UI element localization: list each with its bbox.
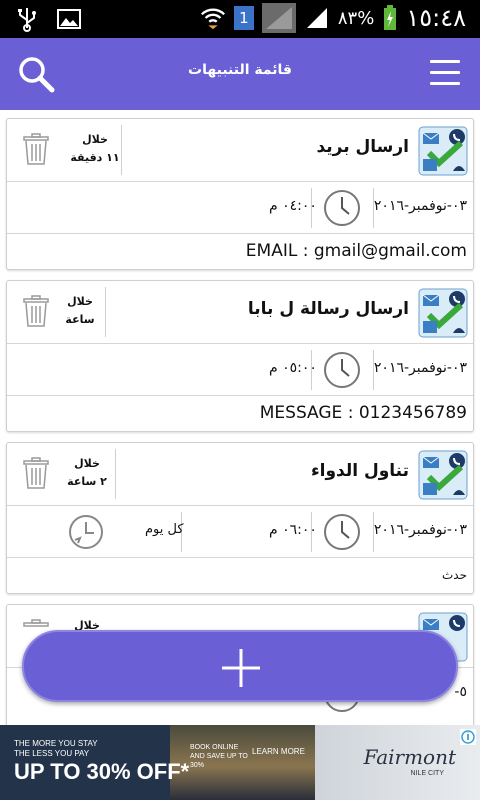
divider [373, 512, 374, 552]
remaining-label: خلال [67, 295, 93, 308]
alert-time-row: ٠٣-نوفمبر-٢٠١٦ ٠٤:٠٠ م [7, 181, 473, 233]
signal-icon [304, 5, 330, 31]
clock-icon [323, 513, 361, 551]
remaining-value: ١١ دقيقة [70, 151, 120, 164]
alert-detail: EMAIL : gmail@gmail.com [245, 241, 467, 261]
alert-card[interactable]: ارسال بريد خلال ١١ دقيقة ٠٣-نوفمبر-٢٠١٦ … [6, 118, 474, 270]
alert-title: تناول الدواء [310, 461, 409, 481]
ad-learn-more[interactable]: LEARN MORE [252, 747, 305, 757]
ad-choices-icon[interactable] [460, 729, 476, 745]
ad-offer: UP TO 30% OFF* [14, 759, 190, 784]
alert-time: ٠٦:٠٠ م [269, 522, 317, 538]
trash-icon[interactable] [23, 133, 49, 165]
usb-icon [14, 6, 40, 32]
alert-time-row: ٠٣-نوفمبر-٢٠١٦ ٠٥:٠٠ م [7, 343, 473, 395]
alert-header: تناول الدواء خلال ٢ ساعة [7, 443, 473, 505]
alert-date: ٠٣-نوفمبر-٢٠١٦ [373, 198, 467, 214]
alert-date: ٠٣-نوفمبر-٢٠١٦ [373, 360, 467, 376]
divider [115, 449, 116, 499]
alert-card[interactable]: ارسال رسالة ل بابا خلال ساعة ٠٣-نوفمبر-٢… [6, 280, 474, 432]
remaining-time: خلال ١١ دقيقة [67, 131, 123, 167]
ad-banner[interactable]: THE MORE YOU STAY THE LESS YOU PAY UP TO… [0, 725, 480, 800]
alert-date: ٥- [454, 684, 467, 700]
add-alert-button[interactable] [22, 630, 458, 702]
alert-title: ارسال رسالة ل بابا [247, 299, 409, 319]
ad-book-text: BOOK ONLINE AND SAVE UP TO 30% [190, 744, 248, 769]
trash-icon[interactable] [23, 295, 49, 327]
battery-percent: ٨٣% [337, 7, 375, 29]
alert-title: ارسال بريد [316, 137, 409, 157]
menu-icon[interactable] [430, 60, 460, 86]
trash-icon[interactable] [23, 457, 49, 489]
alert-detail-row: EMAIL : gmail@gmail.com [7, 233, 473, 269]
alert-detail: حدث [441, 568, 467, 582]
alert-type-icon [417, 449, 469, 501]
status-clock: ١٥:٤٨ [406, 4, 466, 32]
alert-detail-row: MESSAGE : 0123456789 [7, 395, 473, 431]
alert-time-row: ٠٣-نوفمبر-٢٠١٦ ٠٦:٠٠ م كل يوم [7, 505, 473, 557]
alert-card[interactable]: تناول الدواء خلال ٢ ساعة ٠٣-نوفمبر-٢٠١٦ … [6, 442, 474, 594]
alert-date: ٠٣-نوفمبر-٢٠١٦ [373, 522, 467, 538]
wifi-icon [200, 5, 226, 31]
alert-time: ٠٤:٠٠ م [269, 198, 317, 214]
image-icon [56, 6, 82, 32]
remaining-time: خلال ساعة [57, 293, 103, 329]
remaining-label: خلال [74, 457, 100, 470]
alert-detail-row: حدث [7, 557, 473, 593]
signal-box-icon [261, 3, 296, 33]
ad-line-2: THE LESS YOU PAY [14, 749, 90, 758]
divider [373, 188, 374, 228]
ad-brand: Fairmont [363, 745, 456, 769]
alert-header: ارسال بريد خلال ١١ دقيقة [7, 119, 473, 181]
remaining-value: ساعة [65, 313, 95, 326]
remaining-time: خلال ٢ ساعة [61, 455, 113, 491]
status-bar: 1 ٨٣% ١٥:٤٨ [0, 0, 480, 38]
plus-icon [221, 648, 261, 688]
ad-line-1: THE MORE YOU STAY [14, 739, 98, 748]
remaining-value: ٢ ساعة [67, 475, 107, 488]
page-title: قائمة التنبيهات [188, 62, 292, 78]
alert-type-icon [417, 287, 469, 339]
divider [105, 287, 106, 337]
notification-badge: 1 [233, 6, 254, 30]
alert-detail: MESSAGE : 0123456789 [259, 403, 467, 423]
alert-header: ارسال رسالة ل بابا خلال ساعة [7, 281, 473, 343]
clock-icon [323, 351, 361, 389]
battery-charging-icon [382, 5, 398, 31]
remaining-label: خلال [82, 133, 108, 146]
ad-brand-sub: NILE CITY [410, 770, 444, 777]
repeat-icon [67, 513, 105, 551]
clock-icon [323, 189, 361, 227]
app-bar: قائمة التنبيهات [0, 38, 480, 110]
repeat-label: كل يوم [145, 522, 184, 537]
alert-time: ٠٥:٠٠ م [269, 360, 317, 376]
divider [373, 350, 374, 390]
alert-type-icon [417, 125, 469, 177]
